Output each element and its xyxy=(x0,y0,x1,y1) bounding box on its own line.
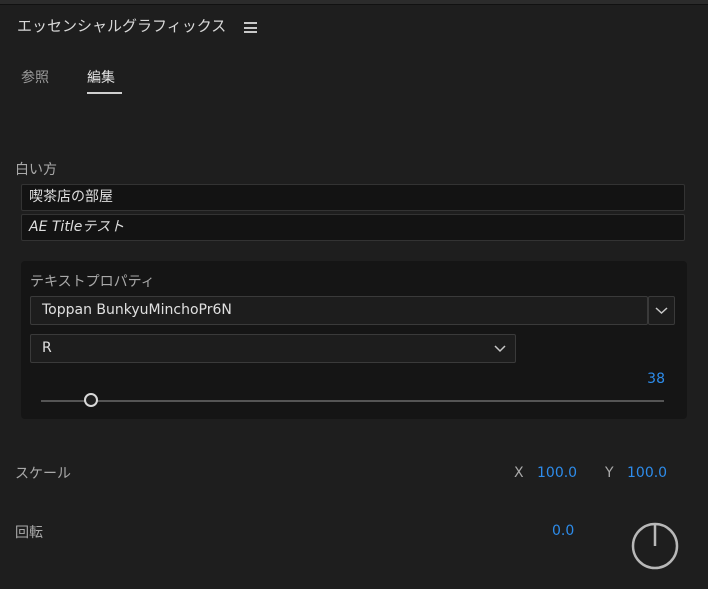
text-properties-label: テキストプロパティ xyxy=(30,274,155,290)
font-size-slider-thumb[interactable] xyxy=(83,393,98,407)
rotation-value[interactable]: 0.0 xyxy=(552,523,574,539)
text-properties-panel: テキストプロパティ Toppan BunkyuMinchoPr6N R 38 xyxy=(21,261,687,419)
text-layer-field[interactable]: AE Titleテスト xyxy=(21,214,685,241)
scale-x-label: X xyxy=(514,465,524,481)
font-family-dropdown-button[interactable] xyxy=(648,296,675,325)
panel-top-border xyxy=(0,0,708,5)
hamburger-menu-icon[interactable] xyxy=(244,22,257,33)
chevron-down-icon xyxy=(494,345,506,353)
layer-group-label: 白い方 xyxy=(15,162,57,178)
tab-edit[interactable]: 編集 xyxy=(87,67,115,87)
panel-title: エッセンシャルグラフィックス xyxy=(17,17,227,35)
font-family-select[interactable]: Toppan BunkyuMinchoPr6N xyxy=(30,296,648,325)
scale-label: スケール xyxy=(15,466,71,482)
chevron-down-icon xyxy=(655,307,668,315)
font-style-value: R xyxy=(42,340,52,356)
rotation-dial-icon[interactable] xyxy=(630,521,680,571)
rotation-label: 回転 xyxy=(15,525,43,541)
scale-y-label: Y xyxy=(605,465,614,481)
tab-browse[interactable]: 参照 xyxy=(21,67,49,87)
font-size-value[interactable]: 38 xyxy=(641,371,665,387)
scale-y-value[interactable]: 100.0 xyxy=(627,465,667,481)
scale-x-value[interactable]: 100.0 xyxy=(537,465,577,481)
active-tab-indicator xyxy=(87,92,122,94)
font-size-slider-track[interactable] xyxy=(41,400,664,402)
font-style-select[interactable]: R xyxy=(30,334,516,363)
text-layer-field[interactable]: 喫茶店の部屋 xyxy=(21,184,685,211)
